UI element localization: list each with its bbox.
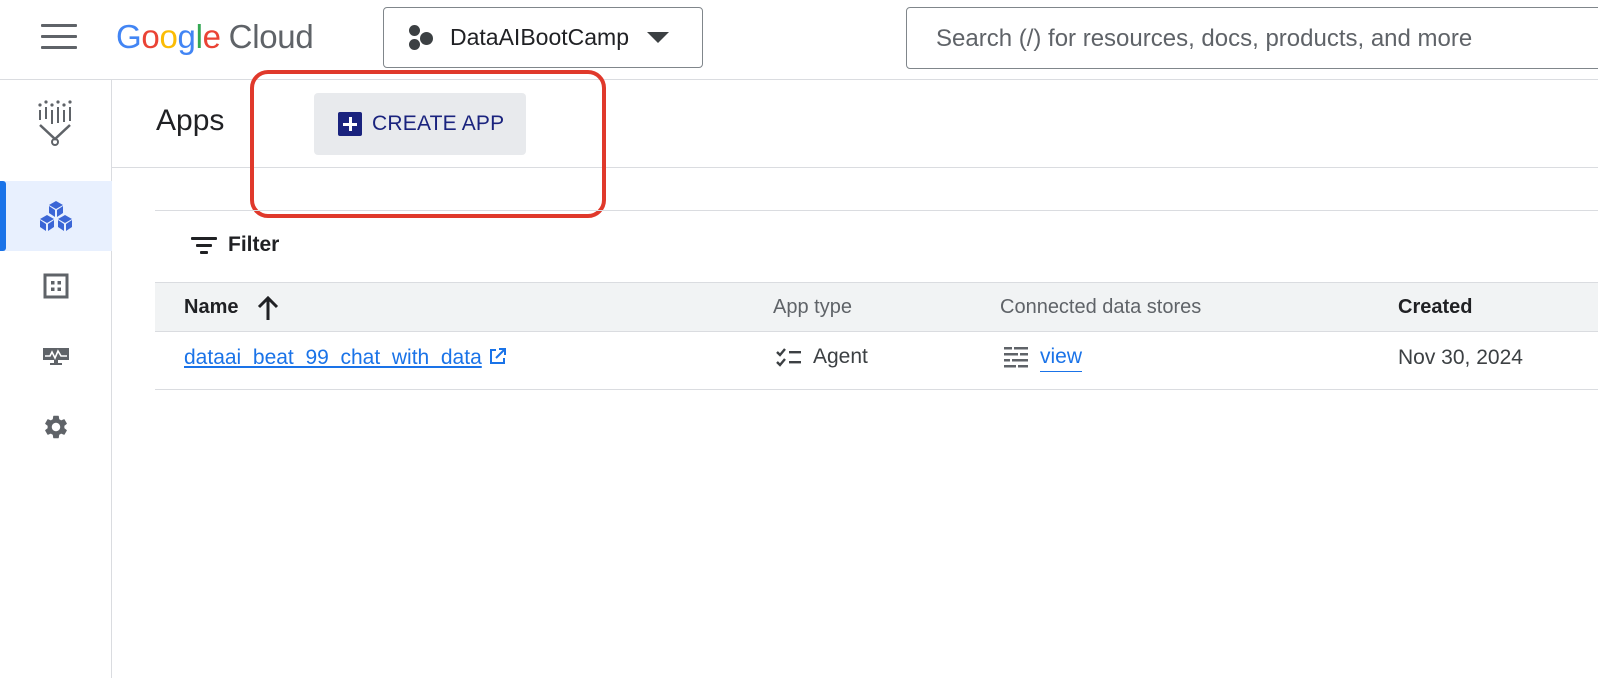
column-header-app-type: App type xyxy=(773,296,852,318)
column-header-name[interactable]: Name xyxy=(184,296,238,319)
data-grid-icon xyxy=(43,273,69,299)
apps-cubes-icon xyxy=(40,201,72,231)
app-type-cell: Agent xyxy=(775,345,868,369)
created-date-cell: Nov 30, 2024 xyxy=(1398,346,1523,369)
logo-letter: o xyxy=(159,18,178,55)
column-header-connected-data-stores: Connected data stores xyxy=(1000,296,1202,318)
view-data-stores-link[interactable]: view xyxy=(1040,345,1083,372)
logo-letter: l xyxy=(195,18,203,55)
agent-builder-logo-icon xyxy=(38,99,72,146)
data-store-list-icon xyxy=(1004,347,1028,368)
external-link-icon[interactable] xyxy=(488,347,507,366)
search-bar[interactable] xyxy=(906,7,1598,69)
monitoring-icon xyxy=(43,348,69,365)
filter-button[interactable]: Filter xyxy=(191,233,279,257)
add-box-icon xyxy=(338,112,362,136)
project-name: DataAIBootCamp xyxy=(450,24,629,50)
logo-letter: e xyxy=(202,18,221,55)
page-title: Apps xyxy=(156,104,225,137)
logo-letter: g xyxy=(177,18,196,55)
rail-item-settings[interactable] xyxy=(0,392,112,462)
project-picker-button[interactable]: DataAIBootCamp xyxy=(383,7,703,68)
top-app-bar: Google Cloud DataAIBootCamp xyxy=(0,0,1598,80)
rail-item-data[interactable] xyxy=(0,251,112,321)
app-name-cell: dataai_beat_99_chat_with_data xyxy=(184,346,507,370)
table-header-row: Name App type Connected data stores Crea… xyxy=(155,282,1598,332)
rail-item-product-home[interactable] xyxy=(0,85,112,160)
app-name-link[interactable]: dataai_beat_99_chat_with_data xyxy=(184,346,482,369)
table-row: dataai_beat_99_chat_with_data Agent view… xyxy=(155,332,1598,390)
left-nav-rail xyxy=(0,80,112,678)
create-app-button[interactable]: CREATE APP xyxy=(314,93,526,155)
google-cloud-logo[interactable]: Google Cloud xyxy=(116,15,314,59)
page-header: Apps CREATE APP xyxy=(112,80,1598,168)
sort-ascending-arrow-icon[interactable] xyxy=(255,294,281,322)
rail-item-monitoring[interactable] xyxy=(0,321,112,391)
logo-letter: o xyxy=(141,18,160,55)
chevron-down-icon xyxy=(646,32,669,43)
project-hexagon-icon xyxy=(407,24,435,52)
rail-item-apps[interactable] xyxy=(0,181,112,251)
app-type-value: Agent xyxy=(813,345,868,368)
filter-label: Filter xyxy=(228,233,280,256)
logo-product-name: Cloud xyxy=(228,18,314,55)
settings-gear-icon xyxy=(45,415,67,439)
checklist-icon xyxy=(776,348,801,367)
filter-icon xyxy=(191,235,217,255)
create-app-label: CREATE APP xyxy=(372,112,505,135)
data-stores-cell: view xyxy=(1002,344,1083,372)
column-header-created[interactable]: Created xyxy=(1398,296,1472,319)
main-menu-icon[interactable] xyxy=(41,24,77,54)
search-input[interactable] xyxy=(934,22,1598,56)
logo-letter: G xyxy=(116,18,142,55)
apps-table: Filter Name App type Connected data stor… xyxy=(155,210,1598,391)
